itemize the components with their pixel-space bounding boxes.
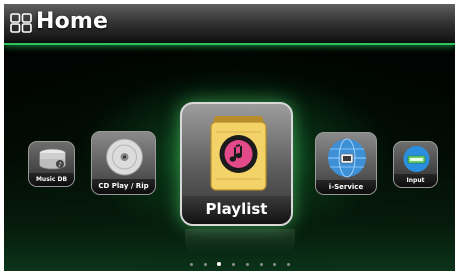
page-dot <box>203 262 207 266</box>
music-db-icon: ♪ <box>39 148 66 170</box>
page-title: Home <box>36 9 109 34</box>
menu-item-label: Playlist <box>182 196 291 224</box>
menu-item-playlist[interactable]: Playlist <box>180 102 293 226</box>
menu-item-i-service[interactable]: i-Service <box>315 132 377 195</box>
input-icon <box>403 146 430 172</box>
menu-item-label: Input <box>394 174 437 187</box>
i-service-icon <box>328 138 366 178</box>
page-dot <box>259 262 263 266</box>
menu-item-cd-play-rip[interactable]: CD Play / Rip <box>91 131 156 195</box>
page-dot <box>190 262 193 266</box>
page-dot <box>245 262 249 266</box>
home-screen: Home ♪ Music DB CD Play / Rip Playlist i… <box>4 4 455 271</box>
menu-item-label: i-Service <box>316 180 376 194</box>
home-grid-icon <box>10 13 32 33</box>
selected-tile-reflection <box>185 229 295 253</box>
menu-item-input[interactable]: Input <box>393 141 438 188</box>
menu-item-label: CD Play / Rip <box>92 179 155 194</box>
cd-disc-icon <box>106 138 143 176</box>
page-indicator[interactable] <box>190 261 290 267</box>
page-dot <box>273 262 277 266</box>
svg-text:♪: ♪ <box>58 162 62 169</box>
page-dot <box>286 262 290 266</box>
menu-item-label: Music DB <box>29 173 74 186</box>
page-dot-current <box>217 262 222 266</box>
menu-item-music-db[interactable]: ♪ Music DB <box>28 141 75 187</box>
title-bar: Home <box>4 4 455 45</box>
page-dot <box>232 262 236 266</box>
playlist-icon <box>210 116 267 191</box>
